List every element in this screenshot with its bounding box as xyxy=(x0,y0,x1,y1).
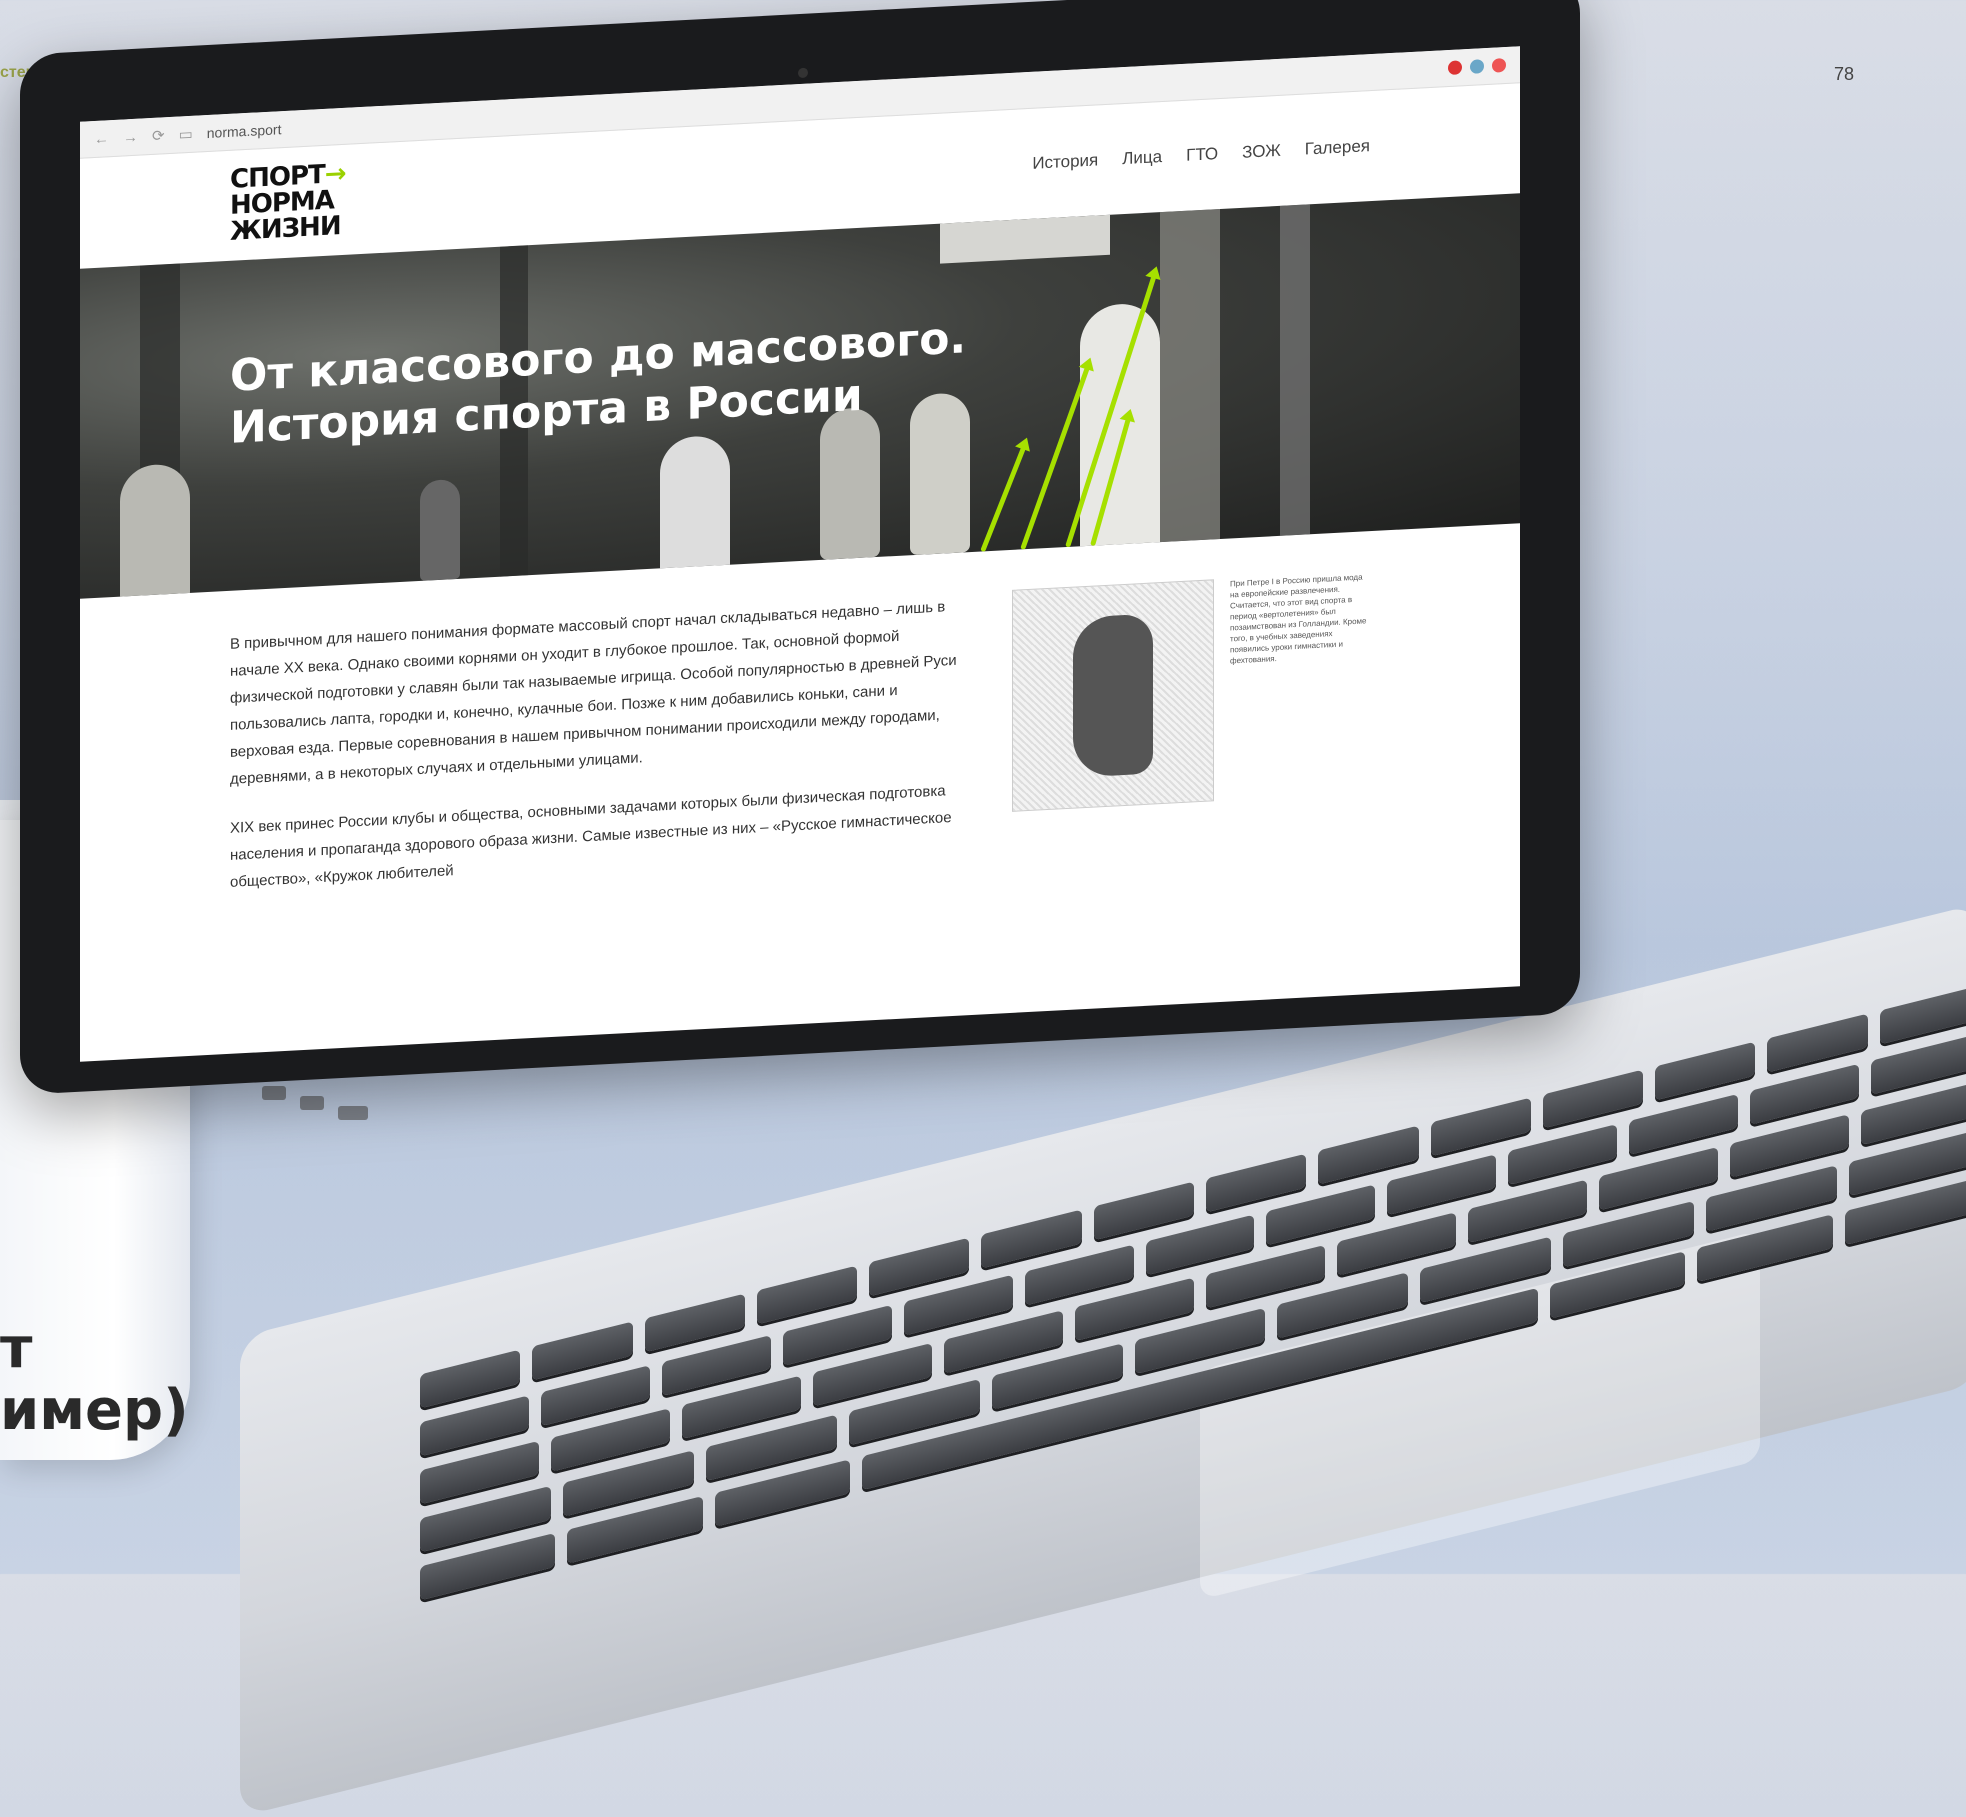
player-figure xyxy=(1080,302,1160,557)
laptop-screen-bezel: ← → ⟳ ▭ norma.sport СПОРТ→ НОРМА ЖИЗНИ И… xyxy=(20,0,1580,1095)
extension-icon[interactable] xyxy=(1470,59,1484,74)
article-paragraph: XIX век принес России клубы и общества, … xyxy=(230,782,952,891)
tree xyxy=(1280,204,1310,536)
engraving-figure xyxy=(1073,613,1153,778)
screen: ← → ⟳ ▭ norma.sport СПОРТ→ НОРМА ЖИЗНИ И… xyxy=(80,46,1520,1062)
player-figure xyxy=(120,462,190,599)
player-figure xyxy=(420,478,460,581)
article-aside: При Петре I в Россию пришла мода на евро… xyxy=(1012,571,1370,877)
extension-icon[interactable] xyxy=(1492,58,1506,73)
article-paragraph: В привычном для нашего понимания формате… xyxy=(230,598,957,788)
extension-icon[interactable] xyxy=(1448,60,1462,76)
player-figure xyxy=(820,406,880,560)
forward-arrow-icon[interactable]: → xyxy=(123,128,138,146)
page-number: 78 xyxy=(1833,64,1854,84)
extensions xyxy=(1448,58,1506,76)
menu-item-faces[interactable]: Лица xyxy=(1122,147,1162,169)
page-icon: ▭ xyxy=(178,125,193,144)
main-menu: История Лица ГТО ЗОЖ Галерея xyxy=(1032,136,1370,174)
logo-line3: ЖИЗНИ xyxy=(230,211,341,247)
engraving-image xyxy=(1012,579,1214,812)
green-arrow-graphic xyxy=(980,446,1027,553)
camera xyxy=(798,67,808,79)
menu-item-zozh[interactable]: ЗОЖ xyxy=(1242,141,1281,163)
article-text: В привычном для нашего понимания формате… xyxy=(230,593,962,918)
article-section: В привычном для нашего понимания формате… xyxy=(80,523,1520,965)
usb-port xyxy=(300,1096,324,1110)
address-bar[interactable]: norma.sport xyxy=(207,121,282,141)
side-label-line2: имер) xyxy=(0,1378,189,1443)
menu-item-gto[interactable]: ГТО xyxy=(1186,144,1218,166)
usb-port xyxy=(262,1086,286,1100)
side-label: т имер) xyxy=(0,1318,189,1442)
basketball-backboard xyxy=(940,214,1110,264)
player-figure xyxy=(660,434,730,579)
site-logo[interactable]: СПОРТ→ НОРМА ЖИЗНИ xyxy=(230,159,346,247)
reload-icon[interactable]: ⟳ xyxy=(152,126,165,145)
menu-item-gallery[interactable]: Галерея xyxy=(1305,136,1370,159)
image-caption: При Петре I в Россию пришла мода на евро… xyxy=(1230,572,1367,666)
usb-port xyxy=(338,1106,368,1120)
side-label-line1: т xyxy=(0,1316,33,1381)
back-arrow-icon[interactable]: ← xyxy=(94,130,109,148)
menu-item-history[interactable]: История xyxy=(1032,150,1098,173)
tree xyxy=(1160,208,1220,543)
